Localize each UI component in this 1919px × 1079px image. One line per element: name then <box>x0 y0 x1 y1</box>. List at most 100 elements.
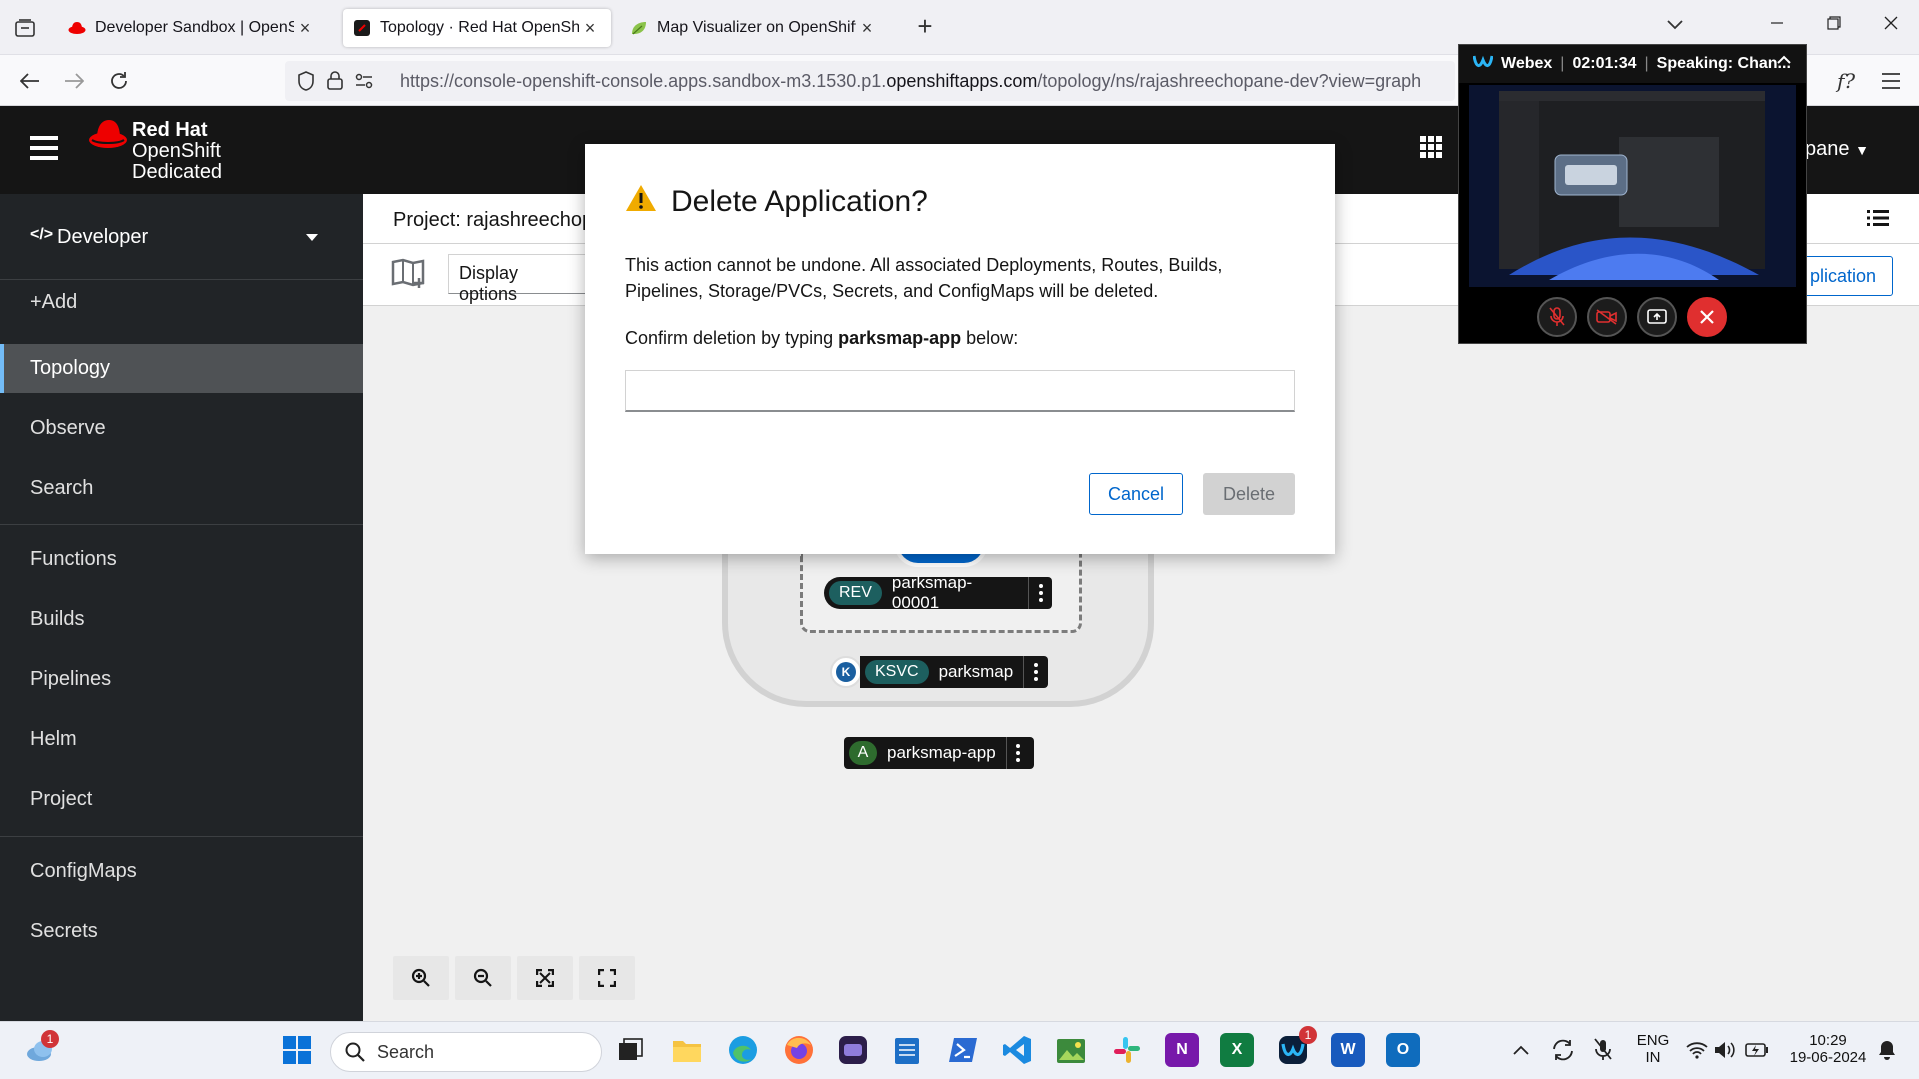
task-view-icon[interactable] <box>614 1033 648 1067</box>
tab-list-icon[interactable] <box>10 14 40 42</box>
edge-browser-icon[interactable] <box>726 1033 760 1067</box>
sidebar-item-project[interactable]: Project <box>0 775 363 824</box>
slack-icon[interactable] <box>1110 1033 1144 1067</box>
close-window-icon[interactable] <box>1876 14 1906 40</box>
image-editor-icon[interactable] <box>1054 1033 1088 1067</box>
perspective-label: Developer <box>57 226 149 248</box>
minimize-icon[interactable] <box>1762 14 1792 40</box>
outlook-icon[interactable]: O <box>1386 1033 1420 1067</box>
redhat-logo-icon[interactable] <box>88 118 128 157</box>
display-options-dropdown[interactable]: Display options <box>448 254 588 304</box>
end-call-icon[interactable] <box>1687 297 1727 337</box>
tab-close-icon[interactable]: × <box>294 18 316 39</box>
collapse-chevron-icon[interactable] <box>1776 53 1792 71</box>
tab-overflow-chevron-icon[interactable] <box>1660 14 1690 40</box>
speaking-status: Speaking: Chan... <box>1656 55 1791 72</box>
share-screen-icon[interactable] <box>1637 297 1677 337</box>
stop-video-icon[interactable] <box>1587 297 1627 337</box>
tab-close-icon[interactable]: × <box>856 18 878 39</box>
sync-icon[interactable] <box>1546 1033 1580 1067</box>
notification-bell-icon[interactable] <box>1870 1033 1904 1067</box>
tab-map-visualizer[interactable]: Map Visualizer on OpenShift 4 × <box>620 9 888 47</box>
app-launcher-grid-icon[interactable] <box>1420 136 1442 163</box>
back-icon[interactable] <box>14 65 46 97</box>
extension-fx-icon[interactable]: f? <box>1830 65 1862 97</box>
url-domain: openshiftapps.com <box>886 71 1038 91</box>
word-icon[interactable]: W <box>1331 1033 1365 1067</box>
tracking-shield-icon[interactable] <box>297 71 315 96</box>
user-menu[interactable]: pane ▼ <box>1805 138 1869 161</box>
tab-developer-sandbox[interactable]: Developer Sandbox | OpenShift × <box>58 9 326 47</box>
clock[interactable]: 10:29 19-06-2024 <box>1780 1032 1876 1066</box>
kebab-menu-icon[interactable] <box>1005 737 1030 769</box>
kebab-menu-icon[interactable] <box>1023 656 1047 688</box>
reset-view-expand-icon[interactable] <box>579 956 635 1000</box>
quick-search-book-icon[interactable] <box>391 258 427 297</box>
sidebar-item-builds[interactable]: Builds <box>0 595 363 644</box>
vscode-icon[interactable] <box>1000 1033 1034 1067</box>
confirm-name-input[interactable] <box>625 370 1295 412</box>
notepad-icon[interactable] <box>890 1033 924 1067</box>
confirm-instruction: Confirm deletion by typing parksmap-app … <box>625 328 1018 349</box>
powershell-icon[interactable] <box>946 1033 980 1067</box>
revision-label[interactable]: REV parksmap-00001 <box>824 573 1052 612</box>
shared-screen-preview <box>1469 85 1796 287</box>
forward-icon[interactable] <box>58 65 90 97</box>
mute-microphone-icon[interactable] <box>1537 297 1577 337</box>
kebab-menu-icon[interactable] <box>1028 577 1052 609</box>
tab-close-icon[interactable]: × <box>579 18 601 39</box>
sidebar-item-secrets[interactable]: Secrets <box>0 907 363 956</box>
list-view-icon[interactable] <box>1867 209 1889 232</box>
start-windows-icon[interactable] <box>280 1033 314 1067</box>
sidebar-item-configmaps[interactable]: ConfigMaps <box>0 847 363 896</box>
sidebar-item-observe[interactable]: Observe <box>0 404 363 453</box>
sidebar-item-topology[interactable]: Topology <box>0 344 363 393</box>
url-text[interactable]: https://console-openshift-console.apps.s… <box>400 71 1421 92</box>
delete-button[interactable]: Delete <box>1203 473 1295 515</box>
microphone-muted-icon[interactable] <box>1586 1033 1620 1067</box>
media-app-icon[interactable] <box>836 1033 870 1067</box>
confirm-app-name: parksmap-app <box>838 328 962 348</box>
warning-triangle-icon <box>625 184 657 220</box>
reload-icon[interactable] <box>103 65 135 97</box>
application-label[interactable]: A parksmap-app <box>844 737 1034 769</box>
battery-icon[interactable] <box>1740 1033 1774 1067</box>
permissions-icon[interactable] <box>355 73 373 94</box>
volume-icon[interactable] <box>1708 1033 1742 1067</box>
onenote-icon[interactable]: N <box>1165 1033 1199 1067</box>
webex-header[interactable]: Webex | 02:01:34 | Speaking: Chan... <box>1459 45 1806 83</box>
sidebar-item-functions[interactable]: Functions <box>0 535 363 584</box>
show-hidden-icons-chevron-icon[interactable] <box>1504 1033 1538 1067</box>
sidebar-item-add[interactable]: +Add <box>0 278 363 327</box>
new-tab-icon[interactable]: + <box>910 12 940 42</box>
weather-badge: 1 <box>41 1030 59 1048</box>
firefox-icon[interactable] <box>782 1033 816 1067</box>
perspective-switcher[interactable]: </> Developer <box>0 194 363 280</box>
sidebar-item-helm[interactable]: Helm <box>0 715 363 764</box>
app-menu-icon[interactable] <box>1875 65 1907 97</box>
taskbar-search[interactable]: Search <box>330 1032 602 1072</box>
sidebar-item-search[interactable]: Search <box>0 464 363 513</box>
hamburger-menu-icon[interactable] <box>30 136 58 166</box>
webex-call-window[interactable]: Webex | 02:01:34 | Speaking: Chan... <box>1458 44 1807 344</box>
product-brand[interactable]: Red Hat OpenShift Dedicated <box>132 120 222 183</box>
cancel-button[interactable]: Cancel <box>1089 473 1183 515</box>
sidebar-item-pipelines[interactable]: Pipelines <box>0 655 363 704</box>
clock-date: 19-06-2024 <box>1789 1049 1867 1066</box>
project-selector[interactable]: Project: rajashreechop <box>393 209 593 232</box>
excel-icon[interactable]: X <box>1220 1033 1254 1067</box>
zoom-out-icon[interactable] <box>455 956 511 1000</box>
lock-icon[interactable] <box>327 70 343 95</box>
restore-icon[interactable] <box>1819 14 1849 40</box>
sidebar: </> Developer +Add Topology Observe Sear… <box>0 194 363 1021</box>
language-indicator[interactable]: ENG IN <box>1630 1032 1676 1066</box>
ksvc-label-body: KSVC parksmap <box>860 656 1048 688</box>
tab-topology[interactable]: Topology · Red Hat OpenShift D × <box>343 9 611 47</box>
brand-line-2: OpenShift <box>132 140 221 162</box>
ksvc-label[interactable]: K KSVC parksmap <box>830 656 1048 688</box>
fit-to-screen-icon[interactable] <box>517 956 573 1000</box>
add-application-button[interactable]: plication <box>1793 256 1893 296</box>
app-badge: A <box>849 741 877 765</box>
file-explorer-icon[interactable] <box>670 1033 704 1067</box>
zoom-in-icon[interactable] <box>393 956 449 1000</box>
